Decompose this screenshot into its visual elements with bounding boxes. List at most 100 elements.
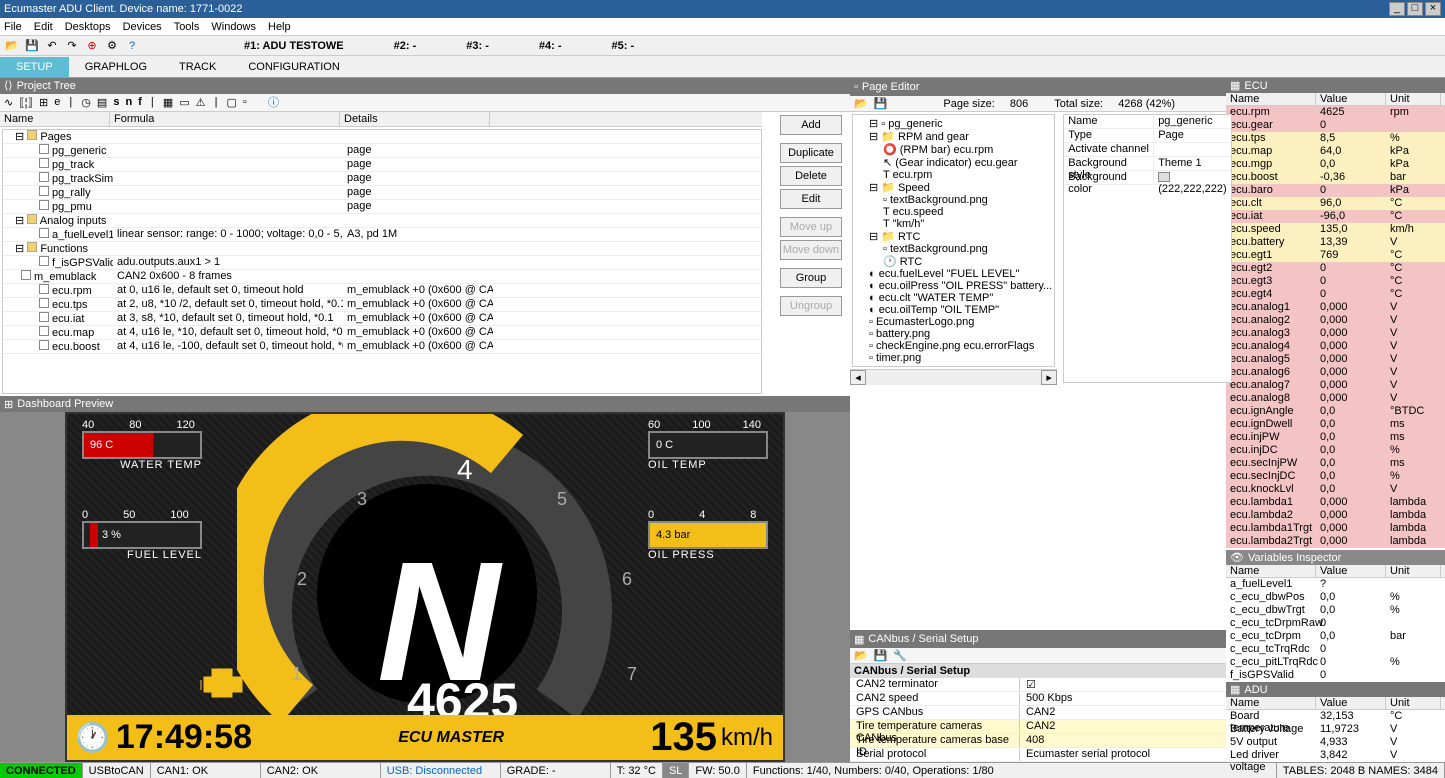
table-row[interactable]: pg_trackSimplepage: [3, 172, 761, 186]
ecu-row[interactable]: ecu.baro0kPa: [1226, 184, 1445, 197]
save-icon[interactable]: 💾: [874, 649, 888, 662]
var-row[interactable]: a_fuelLevel1?: [1226, 578, 1445, 591]
tree-item[interactable]: ▫ textBackground.png: [855, 243, 1052, 255]
redo-icon[interactable]: ↷: [64, 38, 80, 54]
workspace[interactable]: #2: -: [394, 40, 417, 52]
doc-icon[interactable]: ▭: [179, 96, 189, 109]
prop-row[interactable]: TypePage: [1064, 129, 1231, 143]
adu-table[interactable]: Board temperature32,153°CBattery voltage…: [1226, 710, 1445, 762]
tree-item[interactable]: T ecu.speed: [855, 206, 1052, 218]
ecu-row[interactable]: ecu.analog10,000V: [1226, 301, 1445, 314]
page-icon[interactable]: ▫: [243, 96, 247, 108]
delete-button[interactable]: Delete: [780, 166, 842, 186]
duplicate-button[interactable]: Duplicate: [780, 143, 842, 163]
tree-item[interactable]: ⊟ 📁 Speed: [855, 181, 1052, 194]
table-row[interactable]: ecu.iatat 3, s8, *10, default set 0, tim…: [3, 312, 761, 326]
menu-desktops[interactable]: Desktops: [65, 21, 111, 33]
ecu-row[interactable]: ecu.injPW0,0ms: [1226, 431, 1445, 444]
tree-item[interactable]: ⊟ 📁 RTC: [855, 230, 1052, 243]
table-row[interactable]: pg_genericpage: [3, 144, 761, 158]
table-row[interactable]: pg_trackpage: [3, 158, 761, 172]
tree-item[interactable]: T "km/h": [855, 218, 1052, 230]
save-icon[interactable]: 💾: [874, 97, 888, 110]
open-icon[interactable]: 📂: [4, 38, 20, 54]
ecu-row[interactable]: ecu.lambda1Trgt0,000lambda: [1226, 522, 1445, 535]
var-row[interactable]: c_ecu_tcTrqRdc0: [1226, 643, 1445, 656]
menu-windows[interactable]: Windows: [211, 21, 256, 33]
canbus-row[interactable]: CAN2 speed500 Kbps: [850, 692, 1226, 706]
table-row[interactable]: ecu.boostat 4, u16 le, -100, default set…: [3, 340, 761, 354]
canbus-row[interactable]: Tire temperature cameras base ID408: [850, 734, 1226, 748]
ecu-row[interactable]: ecu.ignDwell0,0ms: [1226, 418, 1445, 431]
table-icon[interactable]: ⊞: [39, 96, 48, 109]
tree-item[interactable]: ▫ battery.png: [855, 328, 1052, 340]
bracket-icon[interactable]: ⟦¦⟧: [19, 96, 33, 109]
menu-help[interactable]: Help: [268, 21, 291, 33]
tree-item[interactable]: ▫ EcumasterLogo.png: [855, 316, 1052, 328]
ecu-row[interactable]: ecu.battery13,39V: [1226, 236, 1445, 249]
tree-item[interactable]: ▫ textBackground.png: [855, 194, 1052, 206]
prop-row[interactable]: Namepg_generic: [1064, 115, 1231, 129]
workspace[interactable]: #5: -: [612, 40, 635, 52]
var-row[interactable]: c_ecu_dbwTrgt0,0%: [1226, 604, 1445, 617]
ecu-row[interactable]: ecu.rpm4625rpm: [1226, 106, 1445, 119]
menu-devices[interactable]: Devices: [123, 21, 162, 33]
table-row[interactable]: ecu.tpsat 2, u8, *10 /2, default set 0, …: [3, 298, 761, 312]
help-icon[interactable]: ?: [124, 38, 140, 54]
grid-icon[interactable]: ▦: [163, 96, 173, 109]
info-icon[interactable]: ⓘ: [268, 94, 279, 110]
clock-icon[interactable]: ◷: [81, 96, 91, 109]
e-icon[interactable]: e: [54, 96, 60, 108]
tree-item[interactable]: ◐ ecu.clt "WATER TEMP": [855, 292, 1052, 304]
table-row[interactable]: ecu.mapat 4, u16 le, *10, default set 0,…: [3, 326, 761, 340]
menu-file[interactable]: File: [4, 21, 22, 33]
var-row[interactable]: f_isGPSValid0: [1226, 669, 1445, 682]
ecu-row[interactable]: ecu.analog40,000V: [1226, 340, 1445, 353]
save-icon[interactable]: 💾: [24, 38, 40, 54]
var-row[interactable]: c_ecu_tcDrpmRaw0: [1226, 617, 1445, 630]
undo-icon[interactable]: ↶: [44, 38, 60, 54]
ecu-row[interactable]: ecu.map64,0kPa: [1226, 145, 1445, 158]
adu-row[interactable]: Battery voltage11,9723V: [1226, 723, 1445, 736]
ecu-row[interactable]: ecu.injDC0,0%: [1226, 444, 1445, 457]
ecu-row[interactable]: ecu.secInjDC0,0%: [1226, 470, 1445, 483]
n-icon[interactable]: n: [125, 96, 132, 108]
f-icon[interactable]: f: [138, 96, 142, 108]
table-row[interactable]: m_emublackCAN2 0x600 - 8 frames: [3, 270, 761, 284]
ecu-row[interactable]: ecu.gear0: [1226, 119, 1445, 132]
table-row[interactable]: pg_rallypage: [3, 186, 761, 200]
ecu-row[interactable]: ecu.speed135,0km/h: [1226, 223, 1445, 236]
close-button[interactable]: ×: [1425, 2, 1441, 16]
ecu-row[interactable]: ecu.boost-0,36bar: [1226, 171, 1445, 184]
open-icon[interactable]: 📂: [854, 97, 868, 110]
min-button[interactable]: _: [1389, 2, 1405, 16]
bars-icon[interactable]: ▤: [97, 96, 107, 109]
ecu-row[interactable]: ecu.analog50,000V: [1226, 353, 1445, 366]
menu-tools[interactable]: Tools: [174, 21, 200, 33]
ecu-row[interactable]: ecu.analog70,000V: [1226, 379, 1445, 392]
ecu-row[interactable]: ecu.ignAngle0,0°BTDC: [1226, 405, 1445, 418]
var-row[interactable]: c_ecu_dbwPos0,0%: [1226, 591, 1445, 604]
ecu-table[interactable]: ecu.rpm4625rpmecu.gear0ecu.tps8,5%ecu.ma…: [1226, 106, 1445, 550]
tree-item[interactable]: ◐ ecu.fuelLevel "FUEL LEVEL": [855, 268, 1052, 280]
vars-table[interactable]: a_fuelLevel1?c_ecu_dbwPos0,0%c_ecu_dbwTr…: [1226, 578, 1445, 682]
copy-icon[interactable]: ▢: [227, 96, 237, 109]
menu-edit[interactable]: Edit: [34, 21, 53, 33]
var-row[interactable]: c_ecu_pitLTrqRdc0%: [1226, 656, 1445, 669]
add-red-icon[interactable]: ⊕: [84, 38, 100, 54]
table-row[interactable]: a_fuelLevel1linear sensor: range: 0 - 10…: [3, 228, 761, 242]
add-button[interactable]: Add: [780, 115, 842, 135]
ecu-row[interactable]: ecu.clt96,0°C: [1226, 197, 1445, 210]
canbus-row[interactable]: Serial protocolEcumaster serial protocol: [850, 748, 1226, 762]
tree-item[interactable]: ⊟ ▫ pg_generic: [855, 117, 1052, 130]
project-tree[interactable]: ⊟ Pages pg_genericpage pg_trackpage pg_t…: [2, 129, 762, 394]
canbus-row[interactable]: CAN2 terminator☑: [850, 678, 1226, 692]
ecu-row[interactable]: ecu.egt30°C: [1226, 275, 1445, 288]
prop-row[interactable]: Activate channel: [1064, 143, 1231, 157]
move-up-button[interactable]: Move up: [780, 217, 842, 237]
tree-item[interactable]: T ecu.rpm: [855, 169, 1052, 181]
ecu-row[interactable]: ecu.tps8,5%: [1226, 132, 1445, 145]
canbus-row[interactable]: GPS CANbusCAN2: [850, 706, 1226, 720]
ecu-row[interactable]: ecu.lambda2Trgt0,000lambda: [1226, 535, 1445, 548]
prop-row[interactable]: Background color (222,222,222): [1064, 171, 1231, 185]
